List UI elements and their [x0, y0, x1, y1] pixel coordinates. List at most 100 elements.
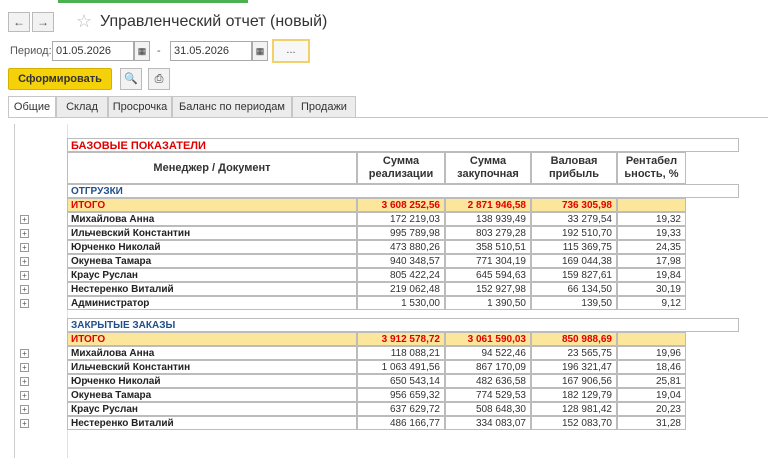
column-header: Сумма реализации: [357, 152, 445, 184]
preview-icon[interactable]: 🔍: [120, 68, 142, 90]
table-row: + Юрченко Николай 650 543,14 482 636,58 167 …: [15, 374, 768, 388]
cell-value: 19,96: [617, 346, 686, 360]
cell-value: 1 063 491,56: [357, 360, 445, 374]
cell-value: 30,19: [617, 282, 686, 296]
calendar-from-icon[interactable]: ▦: [134, 41, 150, 61]
cell-value: 138 939,49: [445, 212, 531, 226]
table-row: + Нестеренко Виталий 486 166,77 334 083,07 1…: [15, 416, 768, 430]
cell-value: 128 981,42: [531, 402, 617, 416]
cell-value: 66 134,50: [531, 282, 617, 296]
total-label: ИТОГО: [67, 198, 357, 212]
manager-name: Окунева Тамара: [67, 254, 357, 268]
total-label: ИТОГО: [67, 332, 357, 346]
manager-name: Нестеренко Виталий: [67, 282, 357, 296]
expand-icon[interactable]: +: [20, 215, 29, 224]
cell-value: 19,33: [617, 226, 686, 240]
manager-name: Ильчевский Константин: [67, 226, 357, 240]
column-header-line: Валовая: [550, 155, 598, 167]
manager-name: Ильчевский Константин: [67, 360, 357, 374]
forward-button[interactable]: →: [32, 12, 54, 32]
cell-value: 24,35: [617, 240, 686, 254]
calendar-to-icon[interactable]: ▦: [252, 41, 268, 61]
expand-icon[interactable]: +: [20, 349, 29, 358]
tab-overdue[interactable]: Просрочка: [108, 96, 172, 118]
cell-value: 9,12: [617, 296, 686, 310]
expand-icon[interactable]: +: [20, 363, 29, 372]
expand-icon[interactable]: +: [20, 257, 29, 266]
cell-value: 473 880,26: [357, 240, 445, 254]
cell-value: 172 219,03: [357, 212, 445, 226]
cell-value: 167 906,56: [531, 374, 617, 388]
expand-icon[interactable]: +: [20, 405, 29, 414]
arrow-right-icon: →: [37, 15, 49, 29]
cell-value: 1 530,00: [357, 296, 445, 310]
cell-value: 196 321,47: [531, 360, 617, 374]
column-header-row: Менеджер / Документ Сумма реализации Сумма з…: [15, 152, 768, 184]
expand-icon[interactable]: +: [20, 377, 29, 386]
expand-icon[interactable]: +: [20, 285, 29, 294]
title-bar: ← → ☆ Управленческий отчет (новый): [0, 8, 768, 36]
cell-value: 995 789,98: [357, 226, 445, 240]
expand-icon[interactable]: +: [20, 299, 29, 308]
table-row: + Краус Руслан 805 422,24 645 594,63 159 827…: [15, 268, 768, 282]
print-icon[interactable]: ⎙: [148, 68, 170, 90]
cell-value: 334 083,07: [445, 416, 531, 430]
total-value: [617, 198, 686, 212]
report-title: БАЗОВЫЕ ПОКАЗАТЕЛИ: [67, 138, 739, 152]
cell-value: 956 659,32: [357, 388, 445, 402]
date-to-field[interactable]: 31.05.2026: [170, 41, 252, 61]
tab-general[interactable]: Общие: [8, 96, 56, 118]
cell-value: 152 927,98: [445, 282, 531, 296]
cell-value: 508 648,30: [445, 402, 531, 416]
top-strip: [0, 0, 768, 6]
expand-icon[interactable]: +: [20, 243, 29, 252]
tab-divider: [8, 117, 768, 118]
expand-icon[interactable]: +: [20, 419, 29, 428]
cell-value: 17,98: [617, 254, 686, 268]
tab-sales[interactable]: Продажи: [292, 96, 356, 118]
cell-value: 645 594,63: [445, 268, 531, 282]
cell-value: 803 279,28: [445, 226, 531, 240]
cell-value: 169 044,38: [531, 254, 617, 268]
table-row: + Окунева Тамара 940 348,57 771 304,19 169 0…: [15, 254, 768, 268]
favorite-star-icon[interactable]: ☆: [76, 11, 92, 32]
cell-value: 118 088,21: [357, 346, 445, 360]
section-title: ЗАКРЫТЫЕ ЗАКАЗЫ: [67, 318, 739, 332]
table-row: + Ильчевский Константин 1 063 491,56 867 17…: [15, 360, 768, 374]
generate-report-button[interactable]: Сформировать: [8, 68, 112, 90]
total-value: 3 608 252,56: [357, 198, 445, 212]
total-value: 736 305,98: [531, 198, 617, 212]
back-button[interactable]: ←: [8, 12, 30, 32]
column-header-line: Сумма: [382, 155, 420, 167]
section-row: ОТГРУЗКИ: [15, 184, 768, 198]
period-select-button[interactable]: ...: [272, 39, 310, 63]
manager-name: Юрченко Николай: [67, 374, 357, 388]
expand-icon[interactable]: +: [20, 229, 29, 238]
active-tab-indicator: [58, 0, 248, 3]
cell-value: 358 510,51: [445, 240, 531, 254]
cell-value: 18,46: [617, 360, 686, 374]
cell-value: 482 636,58: [445, 374, 531, 388]
cell-value: 31,28: [617, 416, 686, 430]
cell-value: 192 510,70: [531, 226, 617, 240]
tab-warehouse[interactable]: Склад: [56, 96, 108, 118]
table-row: + Ильчевский Константин 995 789,98 803 279,…: [15, 226, 768, 240]
expand-icon[interactable]: +: [20, 271, 29, 280]
cell-value: 23 565,75: [531, 346, 617, 360]
total-value: 3 061 590,03: [445, 332, 531, 346]
manager-name: Краус Руслан: [67, 402, 357, 416]
manager-name: Краус Руслан: [67, 268, 357, 282]
manager-name: Нестеренко Виталий: [67, 416, 357, 430]
tab-balance-periods[interactable]: Баланс по периодам: [172, 96, 292, 118]
report-sheet[interactable]: БАЗОВЫЕ ПОКАЗАТЕЛИ Менеджер / Документ Сум…: [14, 124, 768, 458]
table-row: + Михайлова Анна 172 219,03 138 939,49 33 27…: [15, 212, 768, 226]
section-row: ЗАКРЫТЫЕ ЗАКАЗЫ: [15, 318, 768, 332]
expand-icon[interactable]: +: [20, 391, 29, 400]
cell-value: 139,50: [531, 296, 617, 310]
column-header: Рентабел ьность, %: [617, 152, 686, 184]
column-header: Валовая прибыль: [531, 152, 617, 184]
date-from-field[interactable]: 01.05.2026: [52, 41, 134, 61]
table-row: + Краус Руслан 637 629,72 508 648,30 128 981…: [15, 402, 768, 416]
page-title: Управленческий отчет (новый): [100, 13, 328, 30]
column-header: Менеджер / Документ: [67, 152, 357, 184]
